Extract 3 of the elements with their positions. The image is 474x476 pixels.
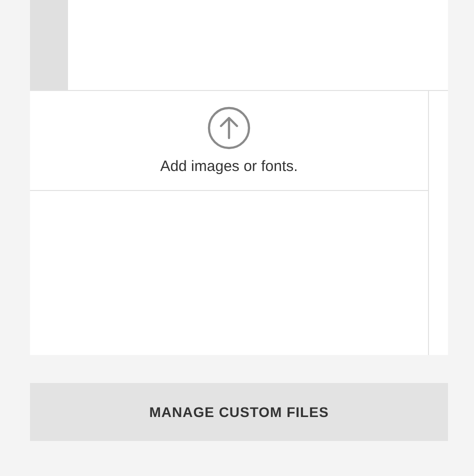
- upload-label: Add images or fonts.: [160, 158, 298, 175]
- manage-files-button[interactable]: MANAGE CUSTOM FILES: [30, 383, 448, 441]
- upload-icon: [207, 106, 251, 150]
